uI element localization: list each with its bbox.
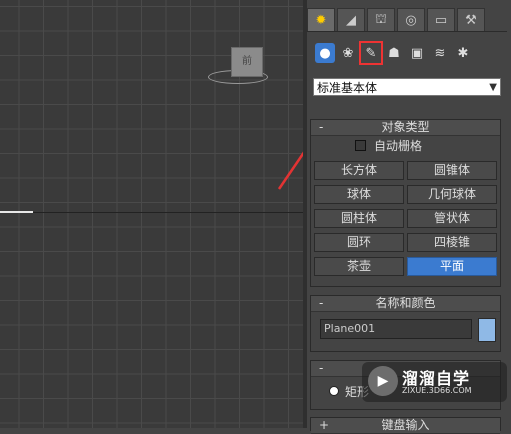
tube-button[interactable]: 管状体 <box>407 209 497 228</box>
sphere-button[interactable]: 球体 <box>314 185 404 204</box>
name-color-title: 名称和颜色 <box>375 296 436 310</box>
category-dropdown-value: 标准基本体 <box>317 81 378 95</box>
name-color-header[interactable]: - 名称和颜色 <box>311 296 500 312</box>
chevron-down-icon: ▼ <box>489 82 497 93</box>
spacewarps-button[interactable]: ≋ <box>430 43 450 63</box>
tab-display[interactable]: ▭ <box>427 8 455 31</box>
torus-button[interactable]: 圆环 <box>314 233 404 252</box>
autogrid-checkbox[interactable] <box>355 140 366 151</box>
object-type-title: 对象类型 <box>381 120 430 134</box>
tab-modify[interactable]: ◢ <box>337 8 365 31</box>
autogrid-row: 自动栅格 <box>355 137 422 154</box>
cylinder-button[interactable]: 圆柱体 <box>314 209 404 228</box>
tab-utilities[interactable]: ⚒ <box>457 8 485 31</box>
cameras-icon: ☗ <box>388 45 400 61</box>
collapse-icon: - <box>319 361 324 375</box>
box-button[interactable]: 长方体 <box>314 161 404 180</box>
geosphere-button[interactable]: 几何球体 <box>407 185 497 204</box>
hierarchy-icon: ⛫ <box>375 11 387 27</box>
object-type-rollout: - 对象类型 自动栅格 长方体 圆锥体 球体 几何球体 圆柱体 管状体 圆环 四… <box>310 119 501 287</box>
spacewarps-icon: ≋ <box>434 45 446 61</box>
systems-button[interactable]: ✱ <box>453 43 473 63</box>
rectangle-radio[interactable] <box>329 386 339 396</box>
modify-icon: ◢ <box>346 12 356 28</box>
keyboard-entry-title: 键盘输入 <box>381 418 430 432</box>
name-color-rollout: - 名称和颜色 Plane001 <box>310 295 501 352</box>
helpers-button[interactable]: ▣ <box>407 43 427 63</box>
watermark: ▶ 溜溜自学 ZIXUE.3D66.COM <box>362 362 507 402</box>
object-name-field[interactable]: Plane001 <box>320 319 472 339</box>
command-panel-tabs: ✹ ◢ ⛫ ◎ ▭ ⚒ <box>307 8 485 32</box>
cone-button[interactable]: 圆锥体 <box>407 161 497 180</box>
collapse-icon: - <box>319 120 324 134</box>
pyramid-button[interactable]: 四棱锥 <box>407 233 497 252</box>
plane-button[interactable]: 平面 <box>407 257 497 276</box>
display-icon: ▭ <box>434 12 448 28</box>
teapot-button[interactable]: 茶壶 <box>314 257 404 276</box>
shapes-button[interactable]: ❀ <box>338 43 358 63</box>
tab-motion[interactable]: ◎ <box>397 8 425 31</box>
utilities-icon: ⚒ <box>465 12 477 28</box>
play-icon: ▶ <box>368 366 398 396</box>
object-color-swatch[interactable] <box>478 318 496 342</box>
autogrid-label: 自动栅格 <box>374 139 423 153</box>
watermark-url: ZIXUE.3D66.COM <box>402 386 472 395</box>
geometry-icon: ● <box>319 45 331 61</box>
motion-icon: ◎ <box>405 12 417 28</box>
systems-icon: ✱ <box>457 45 469 61</box>
helpers-icon: ▣ <box>410 45 424 61</box>
keyboard-entry-header[interactable]: + 键盘输入 <box>311 418 500 434</box>
tabs-divider <box>307 31 507 32</box>
lights-button[interactable]: ✎ <box>359 41 383 65</box>
primitive-buttons: 长方体 圆锥体 球体 几何球体 圆柱体 管状体 圆环 四棱锥 茶壶 平面 <box>314 161 497 276</box>
collapse-icon: - <box>319 296 324 310</box>
category-dropdown[interactable]: 标准基本体 ▼ <box>313 78 501 96</box>
geometry-button[interactable]: ● <box>315 43 335 63</box>
expand-icon: + <box>319 418 330 432</box>
lights-icon: ✎ <box>365 45 377 61</box>
cameras-button[interactable]: ☗ <box>384 43 404 63</box>
keyboard-entry-rollout: + 键盘输入 <box>310 417 501 434</box>
create-icon: ✹ <box>315 12 327 28</box>
create-subcategories: ● ❀ ✎ ☗ ▣ ≋ ✱ <box>315 41 473 65</box>
tab-create[interactable]: ✹ <box>307 8 335 31</box>
tab-hierarchy[interactable]: ⛫ <box>367 8 395 31</box>
shapes-icon: ❀ <box>342 45 354 61</box>
object-type-header[interactable]: - 对象类型 <box>311 120 500 136</box>
